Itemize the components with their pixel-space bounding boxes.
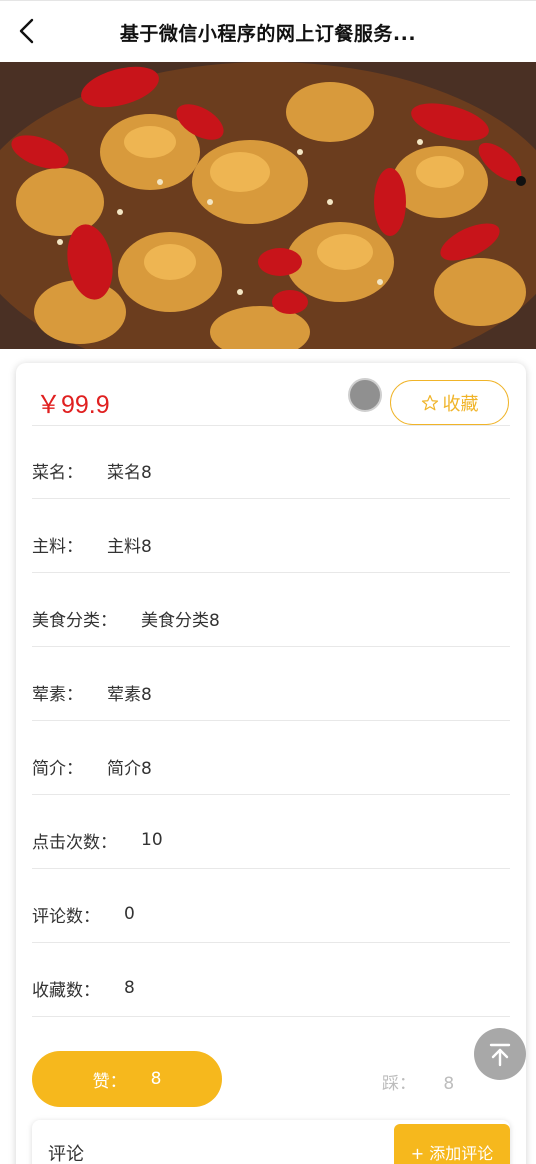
field-label: 主料： (32, 536, 83, 557)
favorite-label: 收藏 (442, 393, 479, 415)
field-label: 荤素： (32, 684, 83, 705)
arrow-up-icon (489, 1043, 511, 1067)
dislike-button[interactable]: 踩： 8 (382, 1069, 454, 1094)
detail-card: ￥99.9 收藏 菜名： 菜名8 主料： 主料8 美食分类： 美食分类8 荤素：… (16, 363, 526, 1164)
divider (32, 794, 510, 795)
field-value: 美食分类8 (141, 610, 220, 631)
add-comment-button[interactable]: + 添加评论 (394, 1124, 510, 1164)
divider (32, 1016, 510, 1017)
field-value: 8 (124, 978, 135, 998)
avatar (348, 378, 382, 412)
field-label: 评论数： (32, 906, 100, 927)
divider (32, 425, 510, 426)
field-row-name: 菜名： 菜名8 (32, 450, 510, 490)
like-count: 8 (150, 1069, 162, 1089)
field-value: 菜名8 (107, 462, 152, 483)
field-row-clicks: 点击次数： 10 (32, 820, 510, 860)
like-label: 赞： (92, 1071, 127, 1092)
field-value: 0 (124, 904, 135, 924)
dish-image (0, 62, 536, 349)
price-label: ￥99.9 (36, 391, 110, 419)
divider (32, 942, 510, 943)
comment-title: 评论 (48, 1144, 84, 1164)
divider (32, 498, 510, 499)
field-label: 收藏数： (32, 980, 100, 1001)
field-value: 简介8 (107, 758, 152, 779)
field-value: 荤素8 (107, 684, 152, 705)
field-row-intro: 简介： 简介8 (32, 746, 510, 786)
divider (32, 720, 510, 721)
page-title: 基于微信小程序的网上订餐服务... (119, 23, 417, 45)
field-value: 10 (141, 830, 163, 850)
field-label: 菜名： (32, 462, 83, 483)
field-value: 主料8 (107, 536, 152, 557)
back-icon[interactable] (14, 17, 42, 45)
field-row-meat-veg: 荤素： 荤素8 (32, 672, 510, 712)
field-row-category: 美食分类： 美食分类8 (32, 598, 510, 638)
divider (32, 572, 510, 573)
favorite-button[interactable]: 收藏 (390, 380, 509, 425)
dislike-label: 踩： (382, 1074, 416, 1094)
nav-bar: 基于微信小程序的网上订餐服务... (0, 0, 536, 62)
star-icon (421, 394, 438, 410)
comment-section: 评论 + 添加评论 (32, 1120, 510, 1164)
field-row-favorites: 收藏数： 8 (32, 968, 510, 1008)
dislike-count: 8 (443, 1074, 455, 1094)
field-label: 点击次数： (32, 832, 117, 853)
field-row-ingredient: 主料： 主料8 (32, 524, 510, 564)
like-button[interactable]: 赞： 8 (32, 1051, 222, 1107)
back-to-top-button[interactable] (474, 1028, 526, 1080)
carousel-indicator (516, 176, 526, 186)
field-label: 美食分类： (32, 610, 117, 631)
divider (32, 868, 510, 869)
divider (32, 646, 510, 647)
field-row-comments: 评论数： 0 (32, 894, 510, 934)
field-label: 简介： (32, 758, 83, 779)
